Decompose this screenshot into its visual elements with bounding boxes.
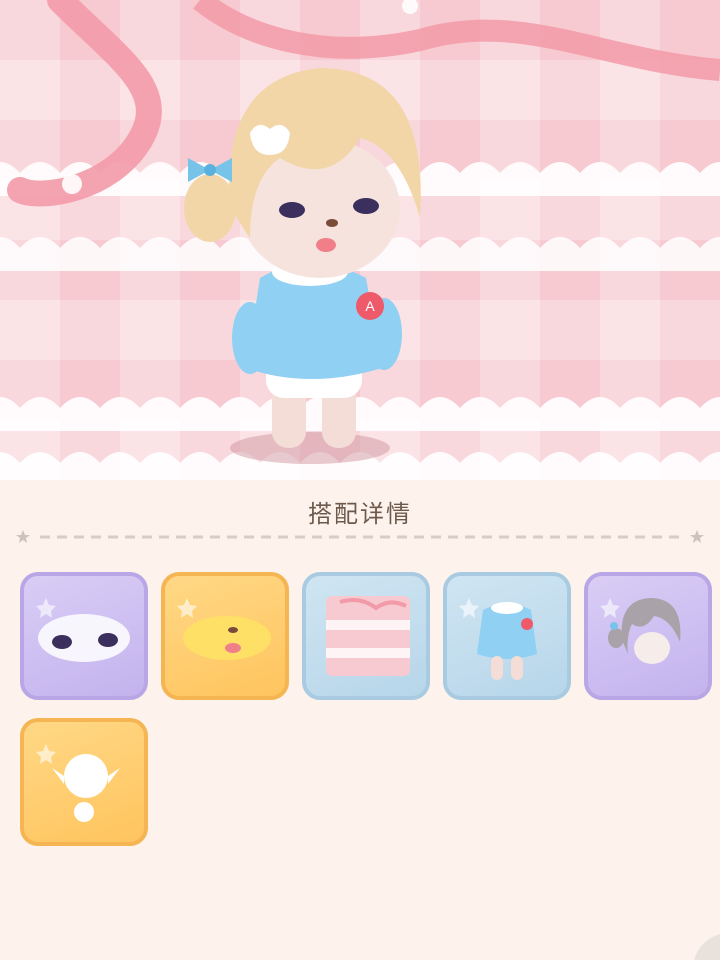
dashed-divider <box>16 530 704 543</box>
corner-decoration-icon <box>694 934 720 960</box>
body-item-icon <box>36 744 120 822</box>
mouth-item-icon <box>177 598 271 660</box>
outfit-item-icon <box>459 598 537 680</box>
item-slot-eyes[interactable] <box>20 572 148 700</box>
item-slot-background[interactable] <box>302 572 430 700</box>
panel-title: 搭配详情 <box>308 500 412 528</box>
item-slot-outfit[interactable] <box>443 572 571 700</box>
outfit-preview-scene: A <box>0 0 720 480</box>
background-item-icon <box>326 596 410 676</box>
outfit-detail-panel: 搭配详情 <box>0 480 720 960</box>
svg-text:A: A <box>365 298 375 314</box>
item-slot-hair[interactable] <box>584 572 712 700</box>
item-slot-body[interactable] <box>20 718 148 846</box>
item-slot-mouth[interactable] <box>161 572 289 700</box>
hair-item-icon <box>600 598 681 664</box>
eyes-item-icon <box>36 598 130 662</box>
character-avatar: A <box>184 68 421 464</box>
